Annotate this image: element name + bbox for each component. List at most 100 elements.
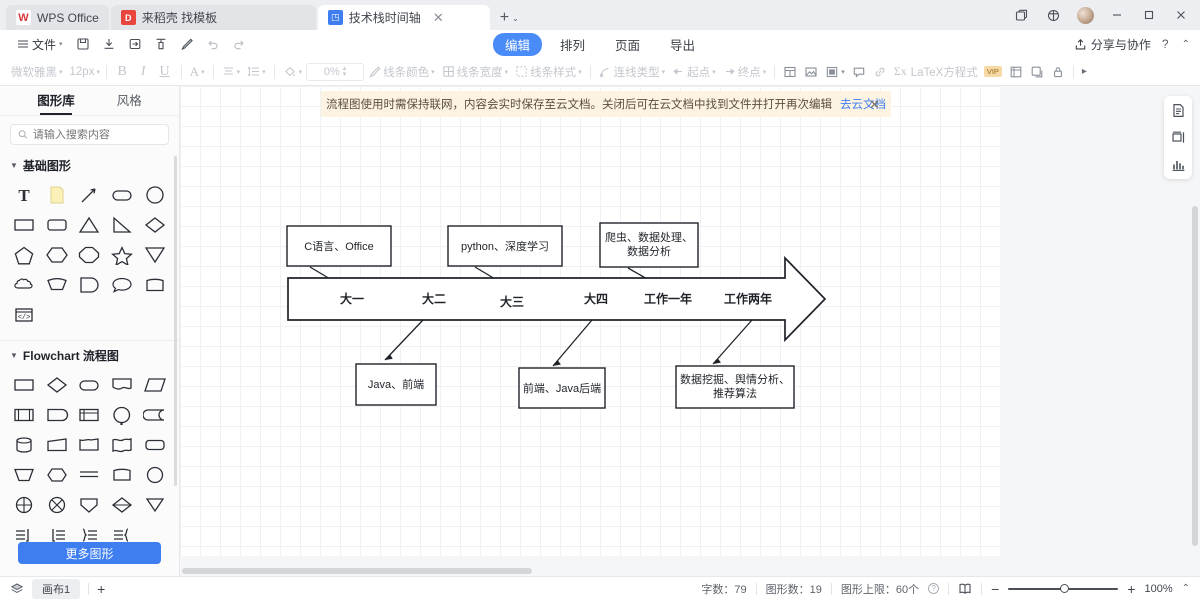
canvas-area[interactable]: 流程图使用时需保持联网，内容会实时保存至云文档。关闭后可在云文档中找到文件并打开… [180,86,1200,576]
chart-icon[interactable] [1171,157,1186,172]
line-style-button[interactable]: 线条样式▾ [512,61,585,83]
maximize-button[interactable] [1134,1,1164,29]
new-tab-button[interactable]: + ⌄ [492,10,525,30]
shape-connector-round[interactable] [138,460,171,490]
format-painter-icon[interactable] [148,33,174,55]
shape-merge-diamond[interactable] [106,490,139,520]
zoom-level[interactable]: 100% [1144,583,1172,595]
shape-database[interactable] [8,430,41,460]
toolbar-overflow-button[interactable]: ▸ [1079,61,1090,83]
more-shapes-button[interactable]: 更多图形 [18,542,161,564]
copy-style-button[interactable] [1006,61,1026,83]
align-button[interactable]: ▾ [219,61,244,83]
shape-note[interactable] [41,180,74,210]
zoom-slider-knob[interactable] [1060,584,1069,593]
shape-card[interactable] [138,270,171,300]
minimize-button[interactable] [1102,1,1132,29]
tab-wps-office[interactable]: W WPS Office [6,5,109,30]
bold-button[interactable]: B [112,61,133,83]
shape-speech-bubble[interactable] [106,270,139,300]
shape-diamond[interactable] [138,210,171,240]
bottom-box-2[interactable]: 前端、Java后端 [519,368,605,408]
top-box-1[interactable]: C语言、Office [287,226,391,266]
close-button[interactable] [1166,1,1196,29]
shape-decision[interactable] [41,370,74,400]
shape-code-block[interactable]: </> [8,300,41,330]
shape-process[interactable] [8,370,41,400]
zoom-in-button[interactable]: + [1127,581,1135,597]
canvas-horizontal-scrollbar[interactable] [182,568,532,574]
chevron-down-icon[interactable]: ⌄ [512,14,519,23]
replace-button[interactable] [1027,61,1047,83]
timeline-diagram[interactable]: C语言、Office python、深度学习 爬虫、数据处理、 数据分析 [180,86,1000,556]
download-icon[interactable] [96,33,122,55]
shape-offpage[interactable] [73,430,106,460]
globe-icon[interactable] [1038,1,1068,29]
font-family-select[interactable]: 微软雅黑▾ [8,61,66,83]
shape-rect[interactable] [8,210,41,240]
top-box-2[interactable]: python、深度学习 [448,226,562,266]
line-width-button[interactable]: 线条宽度▾ [439,61,512,83]
file-menu[interactable]: 文件 ▾ [10,33,70,55]
help-button[interactable]: ? [1160,33,1171,55]
close-icon[interactable]: ✕ [433,11,444,24]
shape-inverted-triangle[interactable] [138,240,171,270]
collapse-ribbon-button[interactable]: ⌃ [1180,33,1192,55]
shape-stored-data[interactable] [138,400,171,430]
export-icon[interactable] [122,33,148,55]
end-point-button[interactable]: 终点▾ [720,61,770,83]
tab-arrange[interactable]: 排列 [548,33,597,56]
fit-page-icon[interactable] [958,582,972,596]
top-box-3[interactable]: 爬虫、数据处理、 数据分析 [600,223,698,267]
bottom-box-3[interactable]: 数据挖掘、舆情分析、 推荐算法 [676,366,794,408]
tab-tech-timeline[interactable]: ◳ 技术栈时间轴 ✕ [318,5,490,30]
font-color-button[interactable]: A▾ [187,61,208,83]
shape-rounded-box[interactable] [138,430,171,460]
tab-edit[interactable]: 编辑 [493,33,542,56]
shape-octagon[interactable] [73,240,106,270]
shape-terminator[interactable] [73,370,106,400]
sidebar-tab-shapes[interactable]: 图形库 [37,90,75,112]
connector-type-button[interactable]: 连线类型▾ [596,61,669,83]
shape-triangle[interactable] [73,210,106,240]
canvas-tab-1[interactable]: 画布1 [32,579,80,599]
shape-manual-operation[interactable] [8,460,41,490]
section-header-basic-shapes[interactable]: ▼ 基础图形 [0,151,179,178]
connector-bottom-2[interactable] [553,320,592,366]
shape-summing-junction[interactable] [8,490,41,520]
canvas-vertical-scrollbar[interactable] [1192,206,1198,546]
shape-merge-triangle[interactable] [138,490,171,520]
shape-circle[interactable] [138,180,171,210]
save-icon[interactable] [70,33,96,55]
shape-search[interactable] [10,124,169,145]
shape-hexagon[interactable] [41,240,74,270]
shape-predefined-process[interactable] [8,400,41,430]
section-header-flowchart[interactable]: ▼ Flowchart 流程图 [0,341,179,368]
shape-rounded-rect-2[interactable] [41,210,74,240]
insert-comment-button[interactable] [849,61,869,83]
expand-button[interactable]: ⌃ [1182,583,1190,594]
latex-button[interactable]: Σx LaTeX方程式 VIP [891,61,1005,83]
outline-icon[interactable] [1171,103,1186,118]
help-icon[interactable]: ? [928,583,939,594]
shape-manual-input[interactable] [41,430,74,460]
layers-icon[interactable] [10,582,24,596]
shape-arrow-line[interactable] [73,180,106,210]
insert-link-button[interactable] [870,61,890,83]
shape-or-junction[interactable] [41,490,74,520]
insert-table-button[interactable] [780,61,800,83]
sidebar-tab-styles[interactable]: 风格 [117,90,142,112]
shape-parallelogram[interactable] [138,370,171,400]
user-avatar[interactable] [1070,1,1100,29]
insert-image-button[interactable] [801,61,821,83]
window-app-icon[interactable] [1006,1,1036,29]
lock-button[interactable] [1048,61,1068,83]
tab-daoke-template[interactable]: D 来稻壳 找模板 [111,5,316,30]
shape-preparation[interactable] [41,460,74,490]
line-color-button[interactable]: 线条颜色▾ [365,61,438,83]
opacity-stepper[interactable]: 0%▴▾ [306,63,364,81]
font-size-select[interactable]: 12px▾ [67,61,101,83]
shape-pentagon[interactable] [8,240,41,270]
insert-container-button[interactable]: ▾ [822,61,848,83]
shape-star[interactable] [106,240,139,270]
